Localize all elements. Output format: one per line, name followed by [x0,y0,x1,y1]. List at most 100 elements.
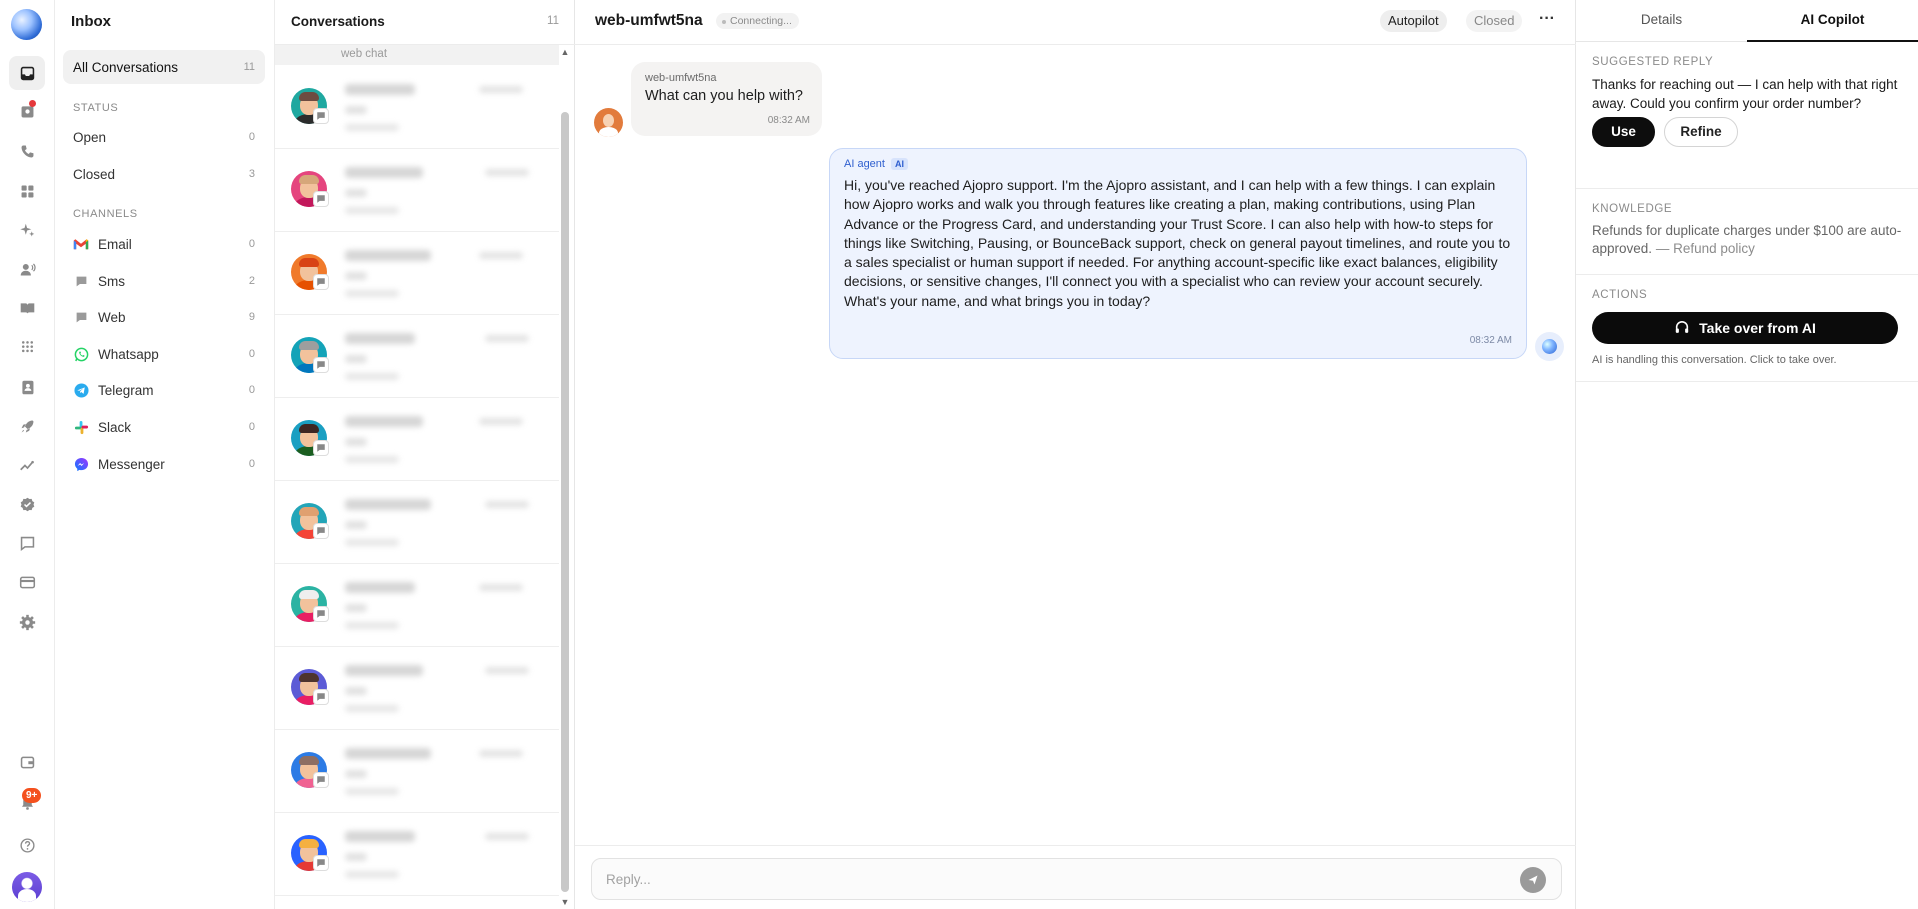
send-icon[interactable] [1520,867,1546,893]
nav-channel-telegram[interactable]: Telegram 0 [63,373,265,407]
refund-policy-link[interactable]: — Refund policy [1656,241,1755,256]
conversation-row[interactable] [275,730,559,813]
nav-channel-messenger[interactable]: Messenger 0 [63,447,265,481]
nav-channel-whatsapp[interactable]: Whatsapp 0 [63,337,265,371]
web-chat-channel-icon [313,274,329,290]
nav-item-count: 3 [248,168,255,180]
nav-channel-email[interactable]: Email 0 [63,227,265,261]
blurred-preview [345,189,367,197]
verified-icon[interactable] [9,487,45,521]
message-sender: web-umfwt5na [645,72,717,84]
conversation-list-title: Conversations [291,14,385,29]
web-chat-channel-icon [313,772,329,788]
nav-status-open[interactable]: Open 0 [63,120,265,154]
scroll-up-arrow[interactable]: ▲ [560,48,570,57]
conversation-row[interactable] [275,398,559,481]
notifications-badge: 9+ [22,788,42,803]
blurred-time [479,750,523,757]
panel-tabs: Details AI Copilot [1576,0,1918,42]
app-logo[interactable] [11,9,42,40]
conversation-row[interactable] [275,481,559,564]
address-book-icon[interactable] [9,370,45,404]
nav-item-label: Whatsapp [98,346,159,362]
use-button[interactable]: Use [1592,117,1655,147]
rocket-icon[interactable] [9,409,45,443]
inbox-nav: Inbox All Conversations 11 STATUS Open 0… [55,0,275,909]
blurred-meta [345,373,399,380]
sparkle-icon[interactable] [9,213,45,247]
nav-item-count: 9 [248,311,255,323]
apps-grid-icon[interactable] [9,174,45,208]
wallet-icon[interactable] [9,745,45,779]
scroll-down-arrow[interactable]: ▼ [560,898,570,907]
nav-item-label: Telegram [98,382,154,398]
conversation-row[interactable] [275,315,559,398]
web-chat-channel-icon [313,523,329,539]
suggested-reply-text: Thanks for reaching out — I can help wit… [1592,77,1898,111]
message-text: What can you help with? [645,88,803,104]
autopilot-toggle[interactable]: Autopilot [1380,10,1447,32]
blurred-meta [345,290,399,297]
blurred-contact-name [345,250,431,261]
blurred-contact-name [345,416,423,427]
scrollbar-thumb[interactable] [561,112,569,892]
reply-input[interactable] [591,858,1562,900]
nav-item-label: Email [98,236,132,252]
settings-gear-icon[interactable] [9,605,45,639]
web-chat-strip: web chat [275,45,559,65]
closed-status-button[interactable]: Closed [1466,10,1523,32]
chat-bubble-icon[interactable] [9,526,45,560]
inbox-icon[interactable] [9,56,45,90]
tab-details[interactable]: Details [1576,0,1747,42]
nav-channel-sms[interactable]: Sms 2 [63,264,265,298]
nav-channel-web[interactable]: Web 9 [63,300,265,334]
blurred-meta [345,124,399,131]
book-icon[interactable] [9,291,45,325]
blurred-meta [345,705,399,712]
blurred-time [479,418,523,425]
user-avatar[interactable] [12,872,42,902]
web-chat-channel-icon [313,357,329,373]
users-voice-icon[interactable] [9,252,45,286]
message-time: 08:32 AM [767,115,810,126]
conversation-row[interactable] [275,647,559,730]
web-chat-icon [73,309,89,325]
app-root: 9+ Inbox All Conversations 11 STATUS Ope… [0,0,1918,909]
billing-card-icon[interactable] [9,565,45,599]
message-time: 08:32 AM [1469,335,1512,346]
nav-channel-slack[interactable]: Slack 0 [63,410,265,444]
blurred-time [485,501,529,508]
channels-section-title: CHANNELS [73,208,138,220]
nav-item-label: All Conversations [73,59,179,75]
blurred-time [485,667,529,674]
dialpad-icon[interactable] [9,330,45,364]
conversation-row[interactable] [275,232,559,315]
conversation-row[interactable] [275,66,559,149]
nav-status-closed[interactable]: Closed 3 [63,157,265,191]
blurred-time [479,252,523,259]
nav-item-label: Open [73,129,107,145]
analytics-icon[interactable] [9,448,45,482]
conversation-row[interactable] [275,564,559,647]
blurred-meta [345,871,399,878]
visitor-avatar [594,108,623,137]
nav-item-label: Sms [98,273,125,289]
phone-icon[interactable] [9,134,45,168]
knowledge-section: KNOWLEDGE Refunds for duplicate charges … [1576,189,1918,275]
blurred-preview [345,770,367,778]
alert-dot [29,100,36,107]
conversation-row[interactable] [275,813,559,896]
conversation-row[interactable] [275,149,559,232]
conversation-list: Conversations 11 web chat ▲ ▼ [275,0,575,909]
take-over-from-ai-button[interactable]: Take over from AI [1592,312,1898,344]
blurred-contact-name [345,333,415,344]
blurred-preview [345,106,367,114]
conversation-list-header: Conversations 11 [275,0,575,45]
help-icon[interactable] [9,828,45,862]
more-options-icon[interactable]: ··· [1535,10,1559,32]
contacts-alert-icon[interactable] [9,94,45,128]
tab-ai-copilot[interactable]: AI Copilot [1747,0,1918,42]
refine-button[interactable]: Refine [1664,117,1738,147]
nav-all-conversations[interactable]: All Conversations 11 [63,50,265,84]
blurred-time [485,833,529,840]
